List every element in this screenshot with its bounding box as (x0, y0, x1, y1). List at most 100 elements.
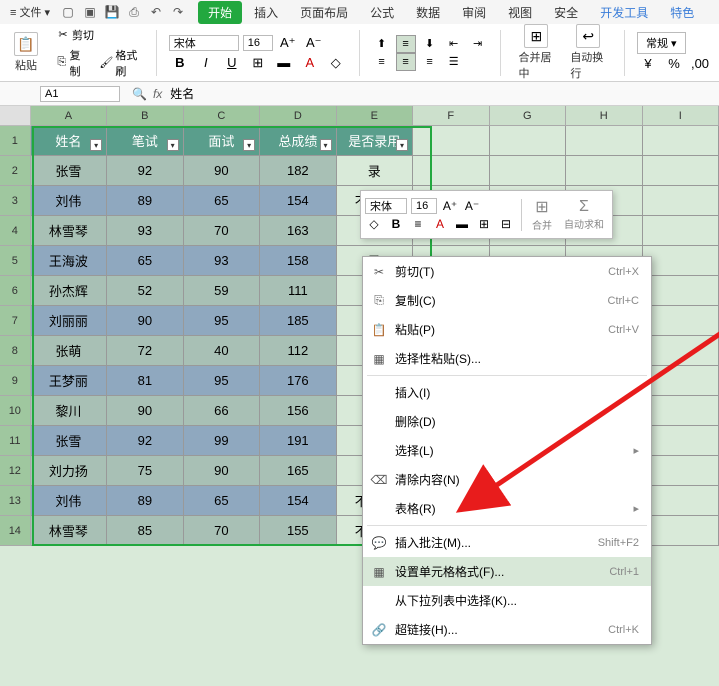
mini-fill-icon[interactable]: ▬ (453, 215, 471, 233)
row-header[interactable]: 9 (0, 366, 31, 396)
empty-cell[interactable] (413, 156, 489, 186)
row-header[interactable]: 13 (0, 486, 31, 516)
increase-font-icon[interactable]: A⁺ (277, 33, 299, 53)
mini-bold-icon[interactable]: B (387, 215, 405, 233)
row-header[interactable]: 2 (0, 156, 31, 186)
ctx-insert[interactable]: 插入(I) (363, 378, 651, 407)
empty-cell[interactable] (643, 486, 719, 516)
empty-cell[interactable] (643, 516, 719, 546)
table-cell[interactable]: 176 (260, 366, 336, 396)
empty-cell[interactable] (643, 126, 719, 156)
tab-data[interactable]: 数据 (406, 1, 450, 24)
table-cell[interactable]: 孙杰辉 (31, 276, 107, 306)
decrease-font-icon[interactable]: A⁻ (303, 33, 325, 53)
search-icon[interactable]: 🔍 (132, 87, 147, 101)
ctx-delete[interactable]: 删除(D) (363, 407, 651, 436)
ctx-copy[interactable]: ⎘复制(C)Ctrl+C (363, 286, 651, 315)
tab-insert[interactable]: 插入 (244, 1, 288, 24)
undo-icon[interactable]: ↶ (146, 3, 166, 21)
row-header[interactable]: 1 (0, 126, 31, 156)
open-icon[interactable]: ▣ (80, 3, 100, 21)
table-cell[interactable]: 王海波 (31, 246, 107, 276)
filter-icon[interactable]: ▾ (320, 139, 332, 151)
empty-cell[interactable] (643, 216, 719, 246)
table-cell[interactable]: 92 (107, 426, 183, 456)
table-cell[interactable]: 90 (184, 156, 260, 186)
table-header-cell[interactable]: 姓名▾ (31, 126, 107, 156)
table-cell[interactable]: 85 (107, 516, 183, 546)
ctx-format-cells[interactable]: ▦设置单元格格式(F)...Ctrl+1 (363, 557, 651, 586)
tab-review[interactable]: 审阅 (452, 1, 496, 24)
ctx-comment[interactable]: 💬插入批注(M)...Shift+F2 (363, 528, 651, 557)
table-cell[interactable]: 王梦丽 (31, 366, 107, 396)
new-icon[interactable]: ▢ (58, 3, 78, 21)
number-format-select[interactable]: 常规 ▾ (637, 32, 686, 54)
table-cell[interactable]: 录 (337, 156, 413, 186)
tab-formulas[interactable]: 公式 (360, 1, 404, 24)
file-menu[interactable]: ≡ 文件 ▾ (4, 2, 56, 22)
empty-cell[interactable] (643, 366, 719, 396)
tab-page-layout[interactable]: 页面布局 (290, 1, 358, 24)
table-cell[interactable]: 黎川 (31, 396, 107, 426)
table-cell[interactable]: 185 (260, 306, 336, 336)
table-cell[interactable]: 90 (107, 396, 183, 426)
table-header-cell[interactable]: 面试▾ (184, 126, 260, 156)
table-cell[interactable]: 163 (260, 216, 336, 246)
ctx-paste[interactable]: 📋粘贴(P)Ctrl+V (363, 315, 651, 344)
ctx-select[interactable]: 选择(L)▸ (363, 436, 651, 465)
col-header-d[interactable]: D (260, 106, 336, 126)
fx-icon[interactable]: fx (153, 87, 162, 101)
table-cell[interactable]: 65 (184, 486, 260, 516)
col-header-c[interactable]: C (184, 106, 260, 126)
ctx-table[interactable]: 表格(R)▸ (363, 494, 651, 523)
bold-button[interactable]: B (169, 53, 191, 73)
row-header[interactable]: 14 (0, 516, 31, 546)
table-cell[interactable]: 刘力扬 (31, 456, 107, 486)
tab-special[interactable]: 特色 (660, 1, 704, 24)
row-header[interactable]: 7 (0, 306, 31, 336)
mini-font-name[interactable] (365, 198, 407, 214)
paste-button[interactable]: 📋 粘贴 (8, 30, 44, 75)
table-cell[interactable]: 99 (184, 426, 260, 456)
align-right-icon[interactable]: ≡ (420, 53, 440, 71)
ctx-paste-special[interactable]: ▦选择性粘贴(S)... (363, 344, 651, 373)
justify-icon[interactable]: ☰ (444, 53, 464, 71)
mini-border-icon[interactable]: ⊞ (475, 215, 493, 233)
empty-cell[interactable] (643, 456, 719, 486)
ctx-dropdown-select[interactable]: 从下拉列表中选择(K)... (363, 586, 651, 615)
save-icon[interactable]: 💾 (102, 3, 122, 21)
table-cell[interactable]: 93 (184, 246, 260, 276)
align-middle-icon[interactable]: ≡ (396, 35, 416, 53)
table-cell[interactable]: 95 (184, 306, 260, 336)
table-cell[interactable]: 92 (107, 156, 183, 186)
mini-decrease-font-icon[interactable]: A⁻ (463, 197, 481, 215)
table-cell[interactable]: 张雪 (31, 156, 107, 186)
col-header-h[interactable]: H (566, 106, 642, 126)
ctx-clear[interactable]: ⌫清除内容(N) (363, 465, 651, 494)
select-all-corner[interactable] (0, 106, 31, 126)
fill-color-button[interactable]: ▬ (273, 53, 295, 73)
table-cell[interactable]: 154 (260, 486, 336, 516)
table-cell[interactable]: 刘伟 (31, 186, 107, 216)
col-header-b[interactable]: B (107, 106, 183, 126)
table-cell[interactable]: 81 (107, 366, 183, 396)
table-cell[interactable]: 52 (107, 276, 183, 306)
mini-increase-font-icon[interactable]: A⁺ (441, 197, 459, 215)
table-cell[interactable]: 93 (107, 216, 183, 246)
table-cell[interactable]: 66 (184, 396, 260, 426)
table-cell[interactable]: 刘伟 (31, 486, 107, 516)
align-center-icon[interactable]: ≡ (396, 53, 416, 71)
italic-button[interactable]: I (195, 53, 217, 73)
filter-icon[interactable]: ▾ (396, 139, 408, 151)
border-button[interactable]: ⊞ (247, 53, 269, 73)
formula-input[interactable] (168, 85, 711, 103)
mini-font-color-icon[interactable]: A (431, 215, 449, 233)
empty-cell[interactable] (413, 126, 489, 156)
row-header[interactable]: 3 (0, 186, 31, 216)
tab-start[interactable]: 开始 (198, 1, 242, 24)
merge-button[interactable]: ⊞ 合并居中 (513, 22, 561, 83)
empty-cell[interactable] (643, 186, 719, 216)
col-header-g[interactable]: G (490, 106, 566, 126)
filter-icon[interactable]: ▾ (243, 139, 255, 151)
table-cell[interactable]: 112 (260, 336, 336, 366)
